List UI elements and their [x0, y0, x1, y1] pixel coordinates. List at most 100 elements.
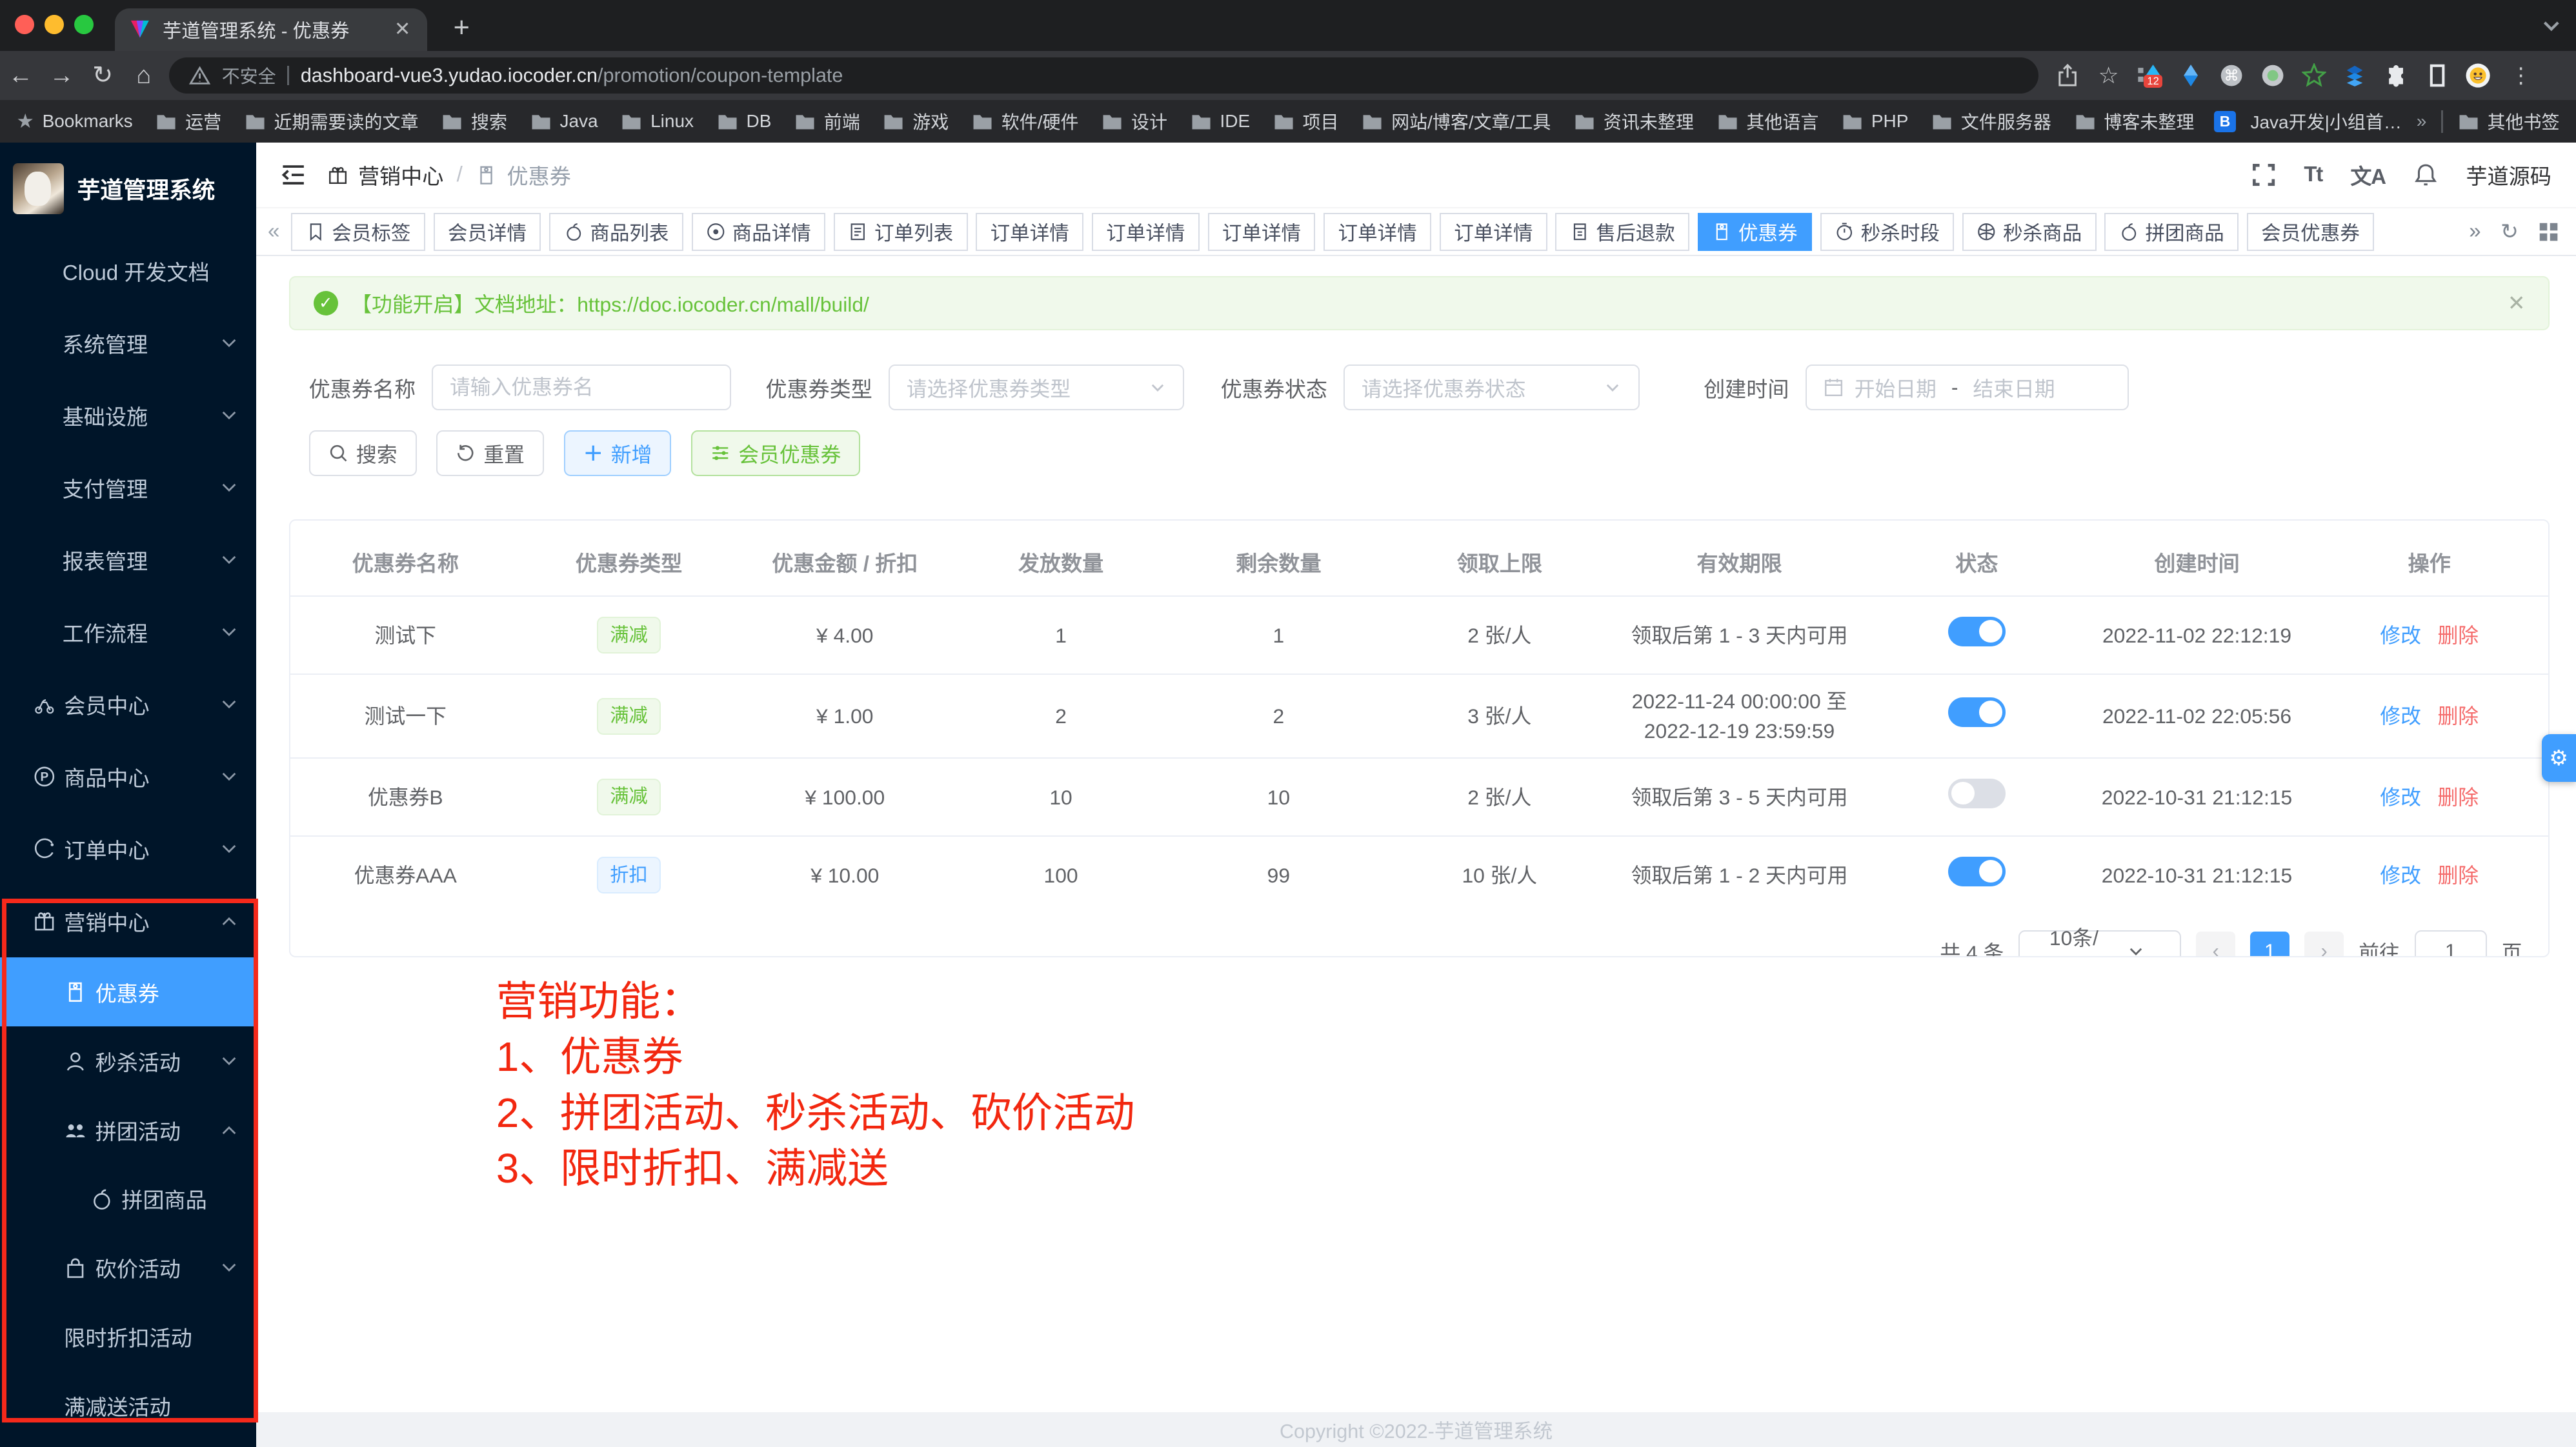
settings-gear-button[interactable]: ⚙ [2542, 734, 2576, 782]
bookmark-folder[interactable]: 游戏 [883, 108, 949, 134]
goto-page-input[interactable] [2415, 930, 2487, 958]
tab-search-icon[interactable] [2540, 15, 2563, 38]
tags-scroll-left-icon[interactable]: « [256, 219, 291, 244]
page-tag-会员标签[interactable]: 会员标签 [291, 213, 425, 251]
share-icon[interactable] [2055, 63, 2080, 88]
bookmark-folder[interactable]: 近期需要读的文章 [245, 108, 419, 134]
bookmark-folder[interactable]: 设计 [1102, 108, 1167, 134]
sidebar-item-砍价活动[interactable]: 砍价活动 [0, 1233, 256, 1302]
bookmark-folder[interactable]: 博客未整理 [2075, 108, 2195, 134]
delete-link[interactable]: 删除 [2437, 624, 2479, 647]
edit-link[interactable]: 修改 [2380, 704, 2421, 728]
notice-close-icon[interactable]: ✕ [2508, 290, 2526, 316]
coupon-name-input[interactable] [450, 375, 713, 399]
fullscreen-icon[interactable] [2251, 163, 2276, 187]
tags-refresh-icon[interactable]: ↻ [2501, 219, 2519, 244]
notice-link[interactable]: https://doc.iocoder.cn/mall/build/ [577, 293, 869, 316]
page-size-select[interactable]: 10条/页 [2018, 930, 2181, 958]
page-tag-商品详情[interactable]: 商品详情 [692, 213, 826, 251]
page-tag-订单详情[interactable]: 订单详情 [1323, 213, 1431, 251]
bookmark-folder[interactable]: Java [530, 111, 598, 132]
add-button[interactable]: 新增 [564, 430, 672, 476]
bookmarks-overflow-icon[interactable]: » [2417, 111, 2427, 132]
tags-scroll-right-icon[interactable]: » [2469, 219, 2480, 244]
delete-link[interactable]: 删除 [2437, 864, 2479, 887]
prev-page-button[interactable]: ‹ [2196, 932, 2235, 957]
sidebar-item-拼团商品[interactable]: 拼团商品 [0, 1164, 256, 1233]
sidebar-item-支付管理[interactable]: 支付管理 [0, 452, 256, 524]
delete-link[interactable]: 删除 [2437, 704, 2479, 728]
reset-button[interactable]: 重置 [436, 430, 544, 476]
minimize-window-button[interactable] [45, 15, 65, 35]
collapse-sidebar-icon[interactable] [279, 163, 307, 187]
sidebar-item-商品中心[interactable]: P商品中心 [0, 741, 256, 813]
reload-icon[interactable]: ↻ [82, 61, 123, 90]
status-toggle[interactable] [1948, 617, 2006, 646]
blue-chevrons-icon[interactable] [2342, 63, 2367, 88]
font-size-icon[interactable]: Tt [2304, 163, 2322, 187]
sidebar-item-会员中心[interactable]: 会员中心 [0, 668, 256, 741]
bookmark-folder[interactable]: IDE [1191, 111, 1251, 132]
sidebar-item-营销中心[interactable]: 营销中心 [0, 885, 256, 957]
bookmark-folder[interactable]: 网站/博客/文章/工具 [1362, 108, 1551, 134]
sidebar-item-拼团活动[interactable]: 拼团活动 [0, 1095, 256, 1164]
bookmark-folder[interactable]: 搜索 [441, 108, 507, 134]
smiley-icon[interactable] [2466, 63, 2490, 88]
blue-diamond-icon[interactable]: 12 [2137, 63, 2162, 88]
home-icon[interactable]: ⌂ [123, 61, 165, 90]
page-tag-售后退款[interactable]: 售后退款 [1555, 213, 1689, 251]
bookmarks-star-icon[interactable]: ★ [16, 110, 34, 133]
edit-link[interactable]: 修改 [2380, 624, 2421, 647]
close-window-button[interactable] [15, 15, 35, 35]
phone-frame-icon[interactable] [2425, 63, 2450, 88]
delete-link[interactable]: 删除 [2437, 786, 2479, 809]
bookmark-folder[interactable]: DB [717, 111, 772, 132]
puzzle-icon[interactable] [2384, 63, 2408, 88]
bookmark-star-icon[interactable]: ☆ [2097, 63, 2121, 88]
bookmark-link[interactable]: Java开发|小组首… [2250, 108, 2401, 134]
sidebar-item-满减送活动[interactable]: 满减送活动 [0, 1372, 256, 1441]
page-tag-秒杀时段[interactable]: 秒杀时段 [1820, 213, 1955, 251]
breadcrumb-root[interactable]: 营销中心 [358, 159, 443, 190]
address-bar[interactable]: 不安全 dashboard-vue3.yudao.iocoder.cn/prom… [169, 57, 2038, 94]
other-bookmarks[interactable]: 其他书签 [2458, 108, 2560, 134]
page-tag-订单列表[interactable]: 订单列表 [834, 213, 968, 251]
status-toggle[interactable] [1948, 857, 2006, 886]
page-1-button[interactable]: 1 [2250, 932, 2289, 957]
status-toggle[interactable] [1948, 779, 2006, 808]
page-tag-订单详情[interactable]: 订单详情 [1440, 213, 1547, 251]
command-circle-icon[interactable]: ⌘ [2219, 63, 2244, 88]
bookmark-folder[interactable]: 文件服务器 [1931, 108, 2051, 134]
bookmark-folder[interactable]: PHP [1842, 111, 1908, 132]
coupon-status-select[interactable]: 请选择优惠券状态 [1343, 364, 1639, 410]
bookmarks-label[interactable]: Bookmarks [43, 111, 133, 132]
sidebar-item-系统管理[interactable]: 系统管理 [0, 307, 256, 379]
forward-icon[interactable]: → [41, 61, 83, 90]
bookmark-folder[interactable]: 资讯未整理 [1574, 108, 1694, 134]
sidebar-item-工作流程[interactable]: 工作流程 [0, 596, 256, 668]
status-toggle[interactable] [1948, 697, 2006, 727]
bookmark-folder[interactable]: 项目 [1273, 108, 1339, 134]
zoom-window-button[interactable] [74, 15, 94, 35]
page-tag-会员优惠券[interactable]: 会员优惠券 [2247, 213, 2374, 251]
bell-icon[interactable] [2413, 163, 2438, 187]
language-icon[interactable]: 文A [2350, 159, 2385, 190]
bookmark-folder[interactable]: 其他语言 [1717, 108, 1819, 134]
sidebar-item-订单中心[interactable]: 订单中心 [0, 813, 256, 885]
sidebar-item-基础设施[interactable]: 基础设施 [0, 379, 256, 452]
page-tag-拼团商品[interactable]: 拼团商品 [2104, 213, 2239, 251]
next-page-button[interactable]: › [2304, 932, 2344, 957]
browser-menu-icon[interactable]: ⋮ [2510, 63, 2531, 88]
blue-kite-icon[interactable] [2179, 63, 2203, 88]
tab-close-icon[interactable]: ✕ [391, 18, 414, 41]
not-secure-warning-icon[interactable] [189, 65, 210, 86]
username[interactable]: 芋道源码 [2466, 159, 2551, 190]
page-tag-订单详情[interactable]: 订单详情 [1208, 213, 1316, 251]
record-circle-icon[interactable] [2260, 63, 2285, 88]
page-tag-会员详情[interactable]: 会员详情 [434, 213, 541, 251]
page-tag-商品列表[interactable]: 商品列表 [549, 213, 683, 251]
sidebar-item-限时折扣活动[interactable]: 限时折扣活动 [0, 1302, 256, 1372]
browser-tab[interactable]: 芋道管理系统 - 优惠券 ✕ [115, 8, 427, 51]
search-button[interactable]: 搜索 [309, 430, 417, 476]
back-icon[interactable]: ← [0, 61, 41, 90]
